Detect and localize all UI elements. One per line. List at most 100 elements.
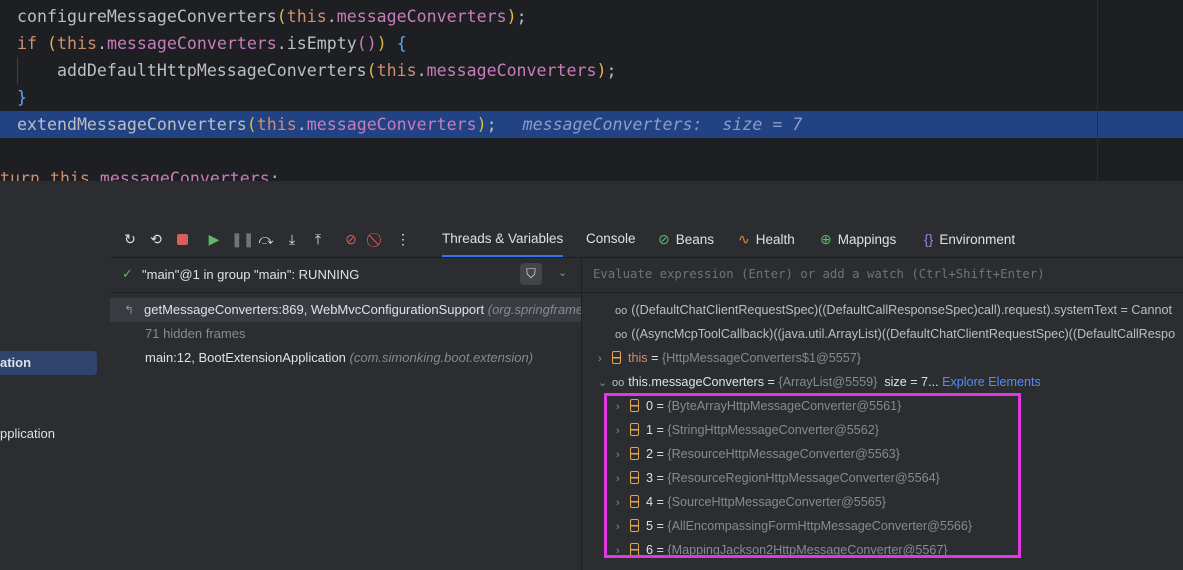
watch-expression: ((AsyncMcpToolCallback)((java.util.Array… xyxy=(631,327,1176,341)
code-token: turn xyxy=(0,169,50,181)
code-token: messageConverters xyxy=(106,34,277,53)
hidden-frames[interactable]: 71 hidden frames xyxy=(145,322,245,346)
code-token: { xyxy=(396,34,407,53)
variable-value: {ArrayList@5559} xyxy=(778,375,878,389)
code-token: () xyxy=(356,34,377,53)
code-token: ) xyxy=(376,34,397,53)
watch-row[interactable]: oo ((AsyncMcpToolCallback)((java.util.Arr… xyxy=(615,322,1175,346)
code-line[interactable]: } xyxy=(17,84,27,111)
evaluate-expression-field[interactable]: Evaluate expression (Enter) or add a wat… xyxy=(582,258,1183,293)
variable-row-this[interactable]: › this = {HttpMessageConverters$1@5557} xyxy=(598,346,861,370)
code-line[interactable]: extendMessageConverters(this. messageConv… xyxy=(17,111,802,138)
application-run-config[interactable]: pplication xyxy=(0,426,55,441)
variable-size: size = 7... xyxy=(884,375,939,389)
thread-label: "main"@1 in group "main": RUNNING xyxy=(142,267,360,282)
watch-icon: oo xyxy=(615,329,628,341)
frame-method: main:12, BootExtensionApplication xyxy=(145,350,346,365)
watch-expression: ((DefaultChatClientRequestSpec)((Default… xyxy=(631,303,1172,317)
mappings-icon: ⊕ xyxy=(820,231,832,247)
thread-selector[interactable]: ✓ "main"@1 in group "main": RUNNING ⛉ ⌄ xyxy=(110,258,581,293)
chevron-down-icon[interactable]: ⌄ xyxy=(558,266,567,279)
mute-breakpoints-icon[interactable]: ⃠ xyxy=(368,230,386,248)
restart-icon[interactable]: ⟲ xyxy=(147,230,165,248)
frames-panel: ✓ "main"@1 in group "main": RUNNING ⛉ ⌄ … xyxy=(110,258,582,570)
pause-icon[interactable]: ❚❚ xyxy=(231,230,254,248)
tab-label: Mappings xyxy=(837,232,897,247)
code-token: . xyxy=(326,7,337,26)
debug-toolbar: ↻ ⟲ ▶ ❚❚ ⤼ ⤓ ⤒ ⊘ ⃠ ⋮ Threads & Variables… xyxy=(110,221,1183,258)
field-icon xyxy=(612,351,621,364)
watch-icon: oo xyxy=(615,305,628,317)
tab-health[interactable]: ∿ Health xyxy=(738,221,795,257)
tab-threads-variables[interactable]: Threads & Variables xyxy=(442,221,564,257)
code-token: ; xyxy=(486,115,497,134)
stop-icon[interactable] xyxy=(173,230,191,248)
run-configurations-strip: ation pplication xyxy=(0,221,111,570)
variable-row-messageconverters[interactable]: ⌄ oo this.messageConverters = {ArrayList@5… xyxy=(598,370,1041,394)
frame-package: (com.simonking.boot.extension) xyxy=(349,350,534,365)
highlight-annotation-box xyxy=(604,393,1021,558)
code-token: ; xyxy=(516,7,527,26)
stack-frame[interactable]: main:12, BootExtensionApplication (com.s… xyxy=(145,346,533,370)
frame-package: (org.springframework.web.servlet.config.… xyxy=(487,302,581,317)
code-token: this xyxy=(56,34,97,53)
debug-header xyxy=(0,181,1183,222)
chevron-right-icon[interactable]: › xyxy=(598,347,612,371)
code-token: ( xyxy=(246,115,257,134)
code-line[interactable]: addDefaultHttpMessageConverters(this.mes… xyxy=(17,57,617,84)
code-token: . xyxy=(96,34,107,53)
eval-placeholder: Evaluate expression (Enter) or add a wat… xyxy=(593,267,1045,281)
return-icon: ↰ xyxy=(124,303,135,317)
code-token: } xyxy=(17,88,27,107)
code-token: this xyxy=(286,7,327,26)
code-token: messageConverters xyxy=(336,7,507,26)
tab-beans[interactable]: ⊘ Beans xyxy=(658,221,714,257)
code-token: messageConverters xyxy=(426,61,597,80)
beans-icon: ⊘ xyxy=(658,231,670,247)
code-token: ( xyxy=(46,34,57,53)
right-margin-guide xyxy=(1097,0,1098,181)
code-token: ; xyxy=(269,169,280,181)
rerun-icon[interactable]: ↻ xyxy=(121,230,139,248)
tab-label: Threads & Variables xyxy=(442,231,564,246)
code-token: .isEmpty xyxy=(276,34,357,53)
chevron-down-icon[interactable]: ⌄ xyxy=(598,371,612,395)
code-token: ) xyxy=(506,7,517,26)
frame-method: getMessageConverters:869, WebMvcConfigur… xyxy=(144,302,485,317)
step-into-icon[interactable]: ⤓ xyxy=(283,230,301,248)
breakpoints-icon[interactable]: ⊘ xyxy=(342,230,360,248)
tab-label: Health xyxy=(755,232,795,247)
watch-row[interactable]: oo ((DefaultChatClientRequestSpec)((Defau… xyxy=(615,298,1172,322)
tab-console[interactable]: Console xyxy=(586,221,636,257)
step-over-icon[interactable]: ⤼ xyxy=(257,230,275,248)
code-line[interactable]: configureMessageConverters(this.messageC… xyxy=(17,3,527,30)
step-out-icon[interactable]: ⤒ xyxy=(309,230,327,248)
code-token: . xyxy=(416,61,427,80)
tab-mappings[interactable]: ⊕ Mappings xyxy=(820,221,896,257)
thread-running-icon: ✓ xyxy=(122,266,133,281)
code-token: ; xyxy=(606,61,617,80)
tab-environment[interactable]: {} Environment xyxy=(924,221,1015,257)
code-token: . xyxy=(296,115,307,134)
code-token: extendMessageConverters xyxy=(17,115,247,134)
filter-icon[interactable]: ⛉ xyxy=(520,263,542,285)
code-token: ( xyxy=(276,7,287,26)
code-token: . xyxy=(89,169,100,181)
selected-run-config[interactable]: ation xyxy=(0,351,97,375)
variable-name: this xyxy=(628,351,648,365)
tab-label: Environment xyxy=(939,232,1016,247)
debug-tool-window: ation pplication ↻ ⟲ ▶ ❚❚ ⤼ ⤓ ⤒ ⊘ ⃠ ⋮ Th… xyxy=(0,181,1183,570)
inline-value-hint: messageConverters: size = 7 xyxy=(522,115,803,134)
code-token: addDefaultHttpMessageConverters xyxy=(17,61,367,80)
code-token: messageConverters xyxy=(99,169,270,181)
more-icon[interactable]: ⋮ xyxy=(394,230,412,248)
code-line[interactable]: turn this.messageConverters; xyxy=(0,165,280,181)
code-token: if xyxy=(17,34,47,53)
explore-elements-link[interactable]: Explore Elements xyxy=(942,375,1041,389)
variables-panel: Evaluate expression (Enter) or add a wat… xyxy=(582,258,1183,570)
resume-icon[interactable]: ▶ xyxy=(205,230,223,248)
stack-frame[interactable]: ↰ getMessageConverters:869, WebMvcConfigu… xyxy=(110,298,581,322)
code-editor[interactable]: configureMessageConverters(this.messageC… xyxy=(0,0,1183,181)
code-token: this xyxy=(256,115,297,134)
code-line[interactable]: if (this.messageConverters.isEmpty()) { xyxy=(17,30,407,57)
